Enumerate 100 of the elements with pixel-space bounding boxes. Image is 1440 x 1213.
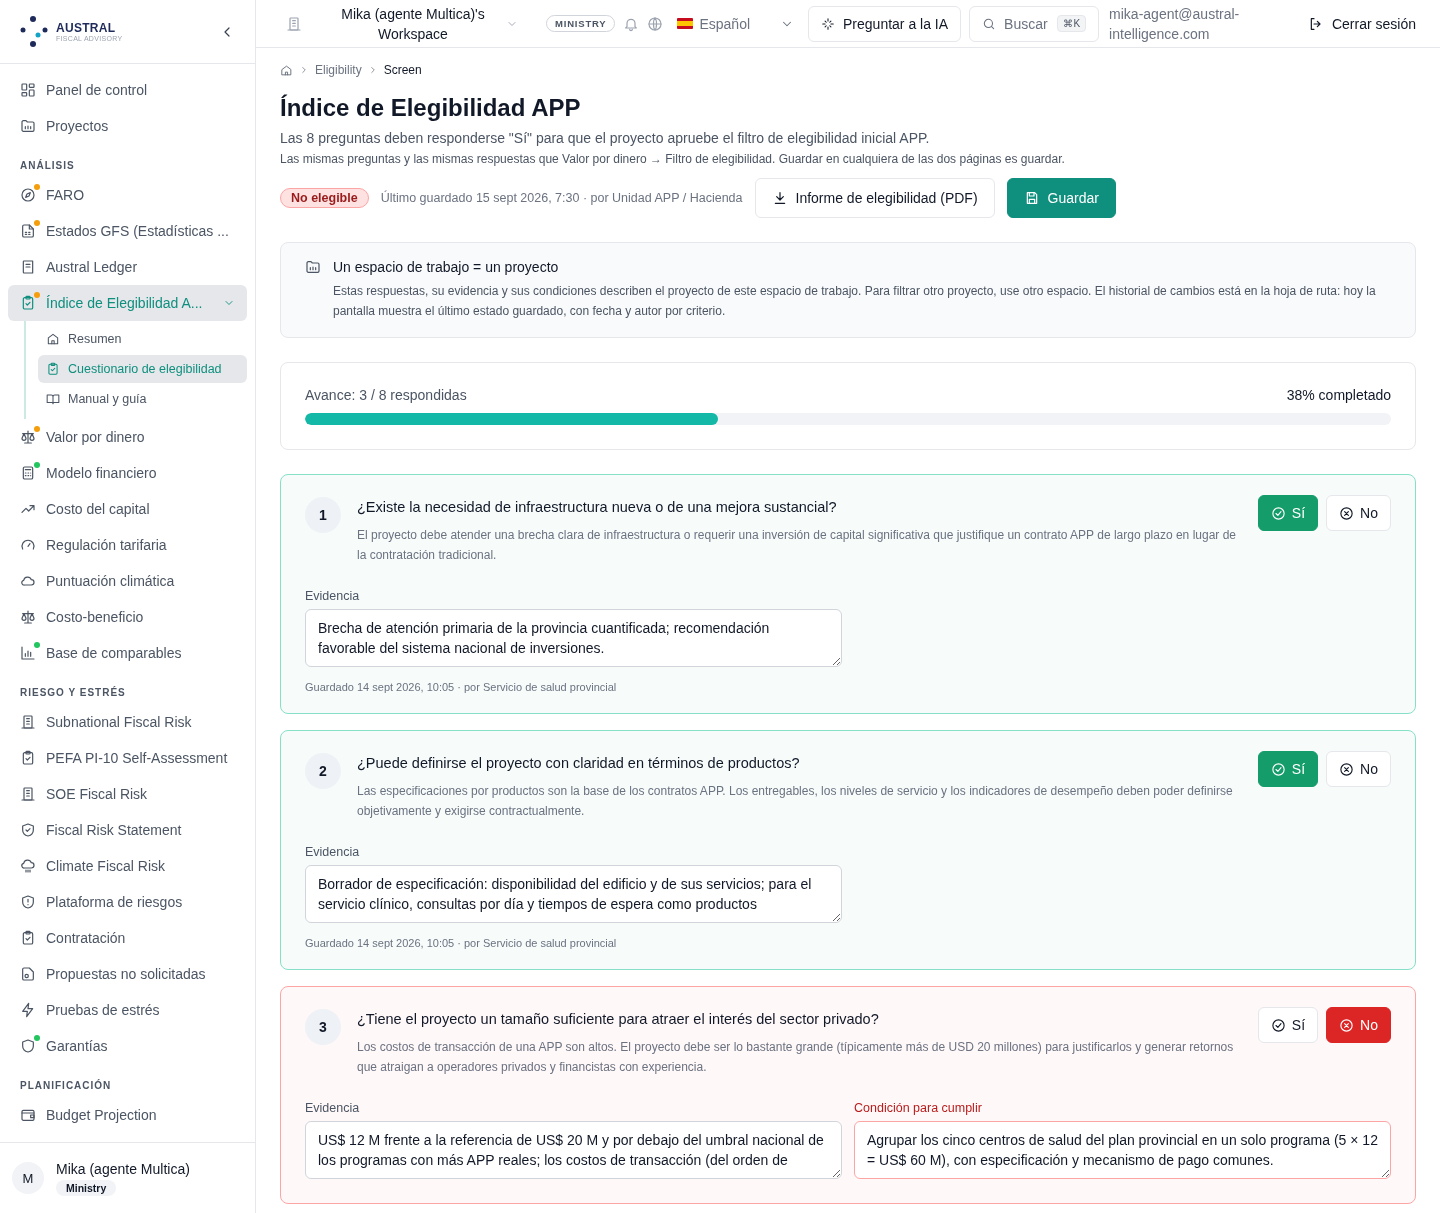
language-selector[interactable]: Español [671, 15, 801, 32]
question-title: ¿Existe la necesidad de infraestructura nueva o de una mejora sustancial? [357, 499, 838, 515]
sidebar-item[interactable]: Regulación tarifaria [8, 527, 247, 563]
user-email: mika-agent@austral-intelligence.com [1109, 4, 1241, 44]
saved-text: Guardado 14 sept 2026, 10:05 · por Servicio de salud provincial [305, 681, 618, 693]
role-badge: Ministry [56, 1179, 117, 1196]
sidebar-item[interactable]: Climate Fiscal Risk [8, 848, 247, 884]
question-description: Las especificaciones por productos son la base de los contratos APP. Los entregables, los niveles de servicio y los indicadores de desempeño deben poder definirse objetivamente y exigirse contractualmente. [357, 783, 1234, 820]
document-icon [20, 223, 36, 239]
question-number: 1 [305, 497, 341, 533]
lightning-icon [20, 1002, 36, 1018]
sidebar-item[interactable]: Contratación [8, 920, 247, 956]
question-description: Los costos de transacción de una APP son altos. El proyecto debe ser lo bastante grande (típicamente más de USD 20 millones) para justificarlos y generar retornos que atraigan a operadores privados y financistas con experiencia. [357, 1039, 1235, 1076]
sidebar-item[interactable]: Austral Ledger [8, 249, 247, 285]
workspace-name[interactable]: Mika (agente Multica)'s Workspace [328, 3, 498, 44]
sidebar-item[interactable]: Fiscal Risk Statement [8, 812, 247, 848]
answer-button[interactable]: Sí [1257, 495, 1319, 531]
clipboard-check-icon [46, 362, 60, 376]
sidebar-item[interactable]: Proyectos [8, 108, 247, 144]
question-number: 3 [305, 1009, 341, 1045]
question-number: 2 [305, 753, 341, 789]
sidebar-item[interactable]: Valor por dinero [8, 419, 247, 455]
info-text: Estas respuestas, su evidencia y sus condiciones describen el proyecto de este espacio de trabajo. Para filtrar otro proyecto, use otro espacio. El historial de cambios está en la hoja de ruta: hoy la pantalla muestra el último estado guardado, con fecha y autor por criterio. [333, 283, 1377, 320]
globe-icon [647, 15, 664, 32]
shortcut-hint: ⌘K [1057, 15, 1087, 32]
section-heading: PLANIFICACIÓN [19, 1078, 113, 1093]
question-description: El proyecto debe atender una brecha clara de infraestructura o requerir una inversión de capital significativa que justifique un contrato APP de largo plazo en lugar de la contratación tradicional. [357, 527, 1237, 564]
page-note: Las mismas preguntas y las mismas respuestas que Valor por dinero → Filtro de elegibilidad. Guardar en cualquiera de las dos páginas es guardar. [280, 152, 1066, 166]
saved-text: Guardado 14 sept 2026, 10:05 · por Servicio de salud provincial [305, 937, 618, 949]
cloud-icon [20, 573, 36, 589]
evidence-field[interactable]: US$ 12 M frente a la referencia de US$ 20 M y por debajo del umbral nacional de los programas con más APP reales; los costos de transacción (del orden de [305, 1121, 842, 1179]
field-label: Evidencia [305, 589, 361, 603]
evidence-field[interactable]: Brecha de atención primaria de la provincia cuantificada; recomendación favorable del sistema nacional de inversiones. [305, 609, 842, 667]
logo-icon [20, 15, 48, 48]
file-search-icon [20, 966, 36, 982]
sidebar-item[interactable]: PEFA PI-10 Self-Assessment [8, 740, 247, 776]
breadcrumb-link[interactable]: Screen [383, 63, 422, 77]
clipboard-check-icon [20, 930, 36, 946]
progress-percent: 38% completado [1286, 387, 1391, 403]
breadcrumb-link[interactable]: Eligibility [315, 63, 362, 77]
sidebar-item[interactable]: FARO [8, 177, 247, 213]
answer-button[interactable]: Sí [1257, 1007, 1319, 1043]
home-icon [46, 332, 60, 346]
sidebar-item[interactable]: Estados GFS (Estadísticas ... [8, 213, 247, 249]
sidebar-subitem[interactable]: Resumen [38, 325, 247, 353]
sidebar-item[interactable]: Modelo financiero [8, 455, 247, 491]
home-icon [280, 63, 293, 77]
sidebar-item[interactable]: Pruebas de estrés [8, 992, 247, 1028]
wallet-icon [20, 1107, 36, 1123]
sidebar-subitem[interactable]: Manual y guía [38, 385, 247, 413]
user-avatar: M [12, 1162, 44, 1194]
check-circle-icon [1270, 505, 1286, 521]
book-icon [20, 259, 36, 275]
sidebar-item[interactable]: Budget Projection [8, 1097, 247, 1133]
report-button[interactable]: Informe de elegibilidad (PDF) [754, 178, 995, 218]
check-circle-icon [1270, 1017, 1286, 1033]
search-icon [982, 16, 997, 31]
evidence-field[interactable]: Borrador de especificación: disponibilidad del edificio y de sus servicios; para el servicio clínico, consultas por día y tiempos de espera como productos [305, 865, 842, 923]
progress-label: Avance: 3 / 8 respondidas [305, 387, 467, 403]
condition-field[interactable]: Agrupar los cinco centros de salud del plan provincial en un solo programa (5 × 12 = US$ 60 M), con especificación y mecanismo de pago comunes. [854, 1121, 1391, 1179]
open-book-icon [46, 392, 60, 406]
last-saved-text: Último guardado 15 sept 2026, 7:30 · por Unidad APP / Hacienda [380, 191, 743, 205]
sidebar-item[interactable]: Plataforma de riesgos [8, 884, 247, 920]
field-label: Evidencia [305, 845, 361, 859]
clipboard-check-icon [20, 750, 36, 766]
sidebar-item[interactable]: Costo-beneficio [8, 599, 247, 635]
status-badge: No elegible [280, 188, 369, 208]
gauge-icon [20, 537, 36, 553]
clipboard-check-icon [20, 295, 36, 311]
sidebar-item[interactable]: Subnational Fiscal Risk [8, 704, 247, 740]
flag-icon [677, 18, 694, 29]
sidebar-item[interactable]: SOE Fiscal Risk [8, 776, 247, 812]
info-title: Un espacio de trabajo = un proyecto [333, 259, 560, 275]
logo-name: AUSTRAL [56, 21, 117, 35]
answer-button[interactable]: No [1326, 495, 1391, 531]
sidebar-item[interactable]: Panel de control [8, 72, 247, 108]
chevron-right-icon [299, 65, 309, 75]
sidebar-item[interactable]: Base de comparables [8, 635, 247, 671]
dashboard-icon [20, 82, 36, 98]
sparkle-icon [821, 16, 836, 31]
user-name: Mika (agente Multica) [56, 1160, 190, 1177]
ask-ai-button[interactable]: Preguntar a la IA [808, 5, 962, 42]
sidebar-item[interactable]: Puntuación climática [8, 563, 247, 599]
shield-alert-icon [20, 894, 36, 910]
x-circle-icon [1339, 505, 1355, 521]
bar-chart-icon [20, 645, 36, 661]
answer-button[interactable]: No [1326, 751, 1391, 787]
sidebar-item[interactable]: Garantías [8, 1028, 247, 1064]
section-heading: ANÁLISIS [19, 158, 76, 173]
answer-button[interactable]: No [1326, 1007, 1391, 1043]
compass-icon [20, 187, 36, 203]
sidebar-item[interactable]: Costo del capital [8, 491, 247, 527]
building-icon [286, 15, 302, 32]
answer-button[interactable]: Sí [1257, 751, 1319, 787]
sidebar-item[interactable]: Propuestas no solicitadas [8, 956, 247, 992]
x-circle-icon [1339, 1017, 1355, 1033]
scale-icon [20, 609, 36, 625]
search-field[interactable]: Buscar ⌘K [969, 5, 1100, 42]
section-heading: RIESGO Y ESTRÉS [19, 685, 127, 700]
save-button[interactable]: Guardar [1006, 178, 1116, 218]
